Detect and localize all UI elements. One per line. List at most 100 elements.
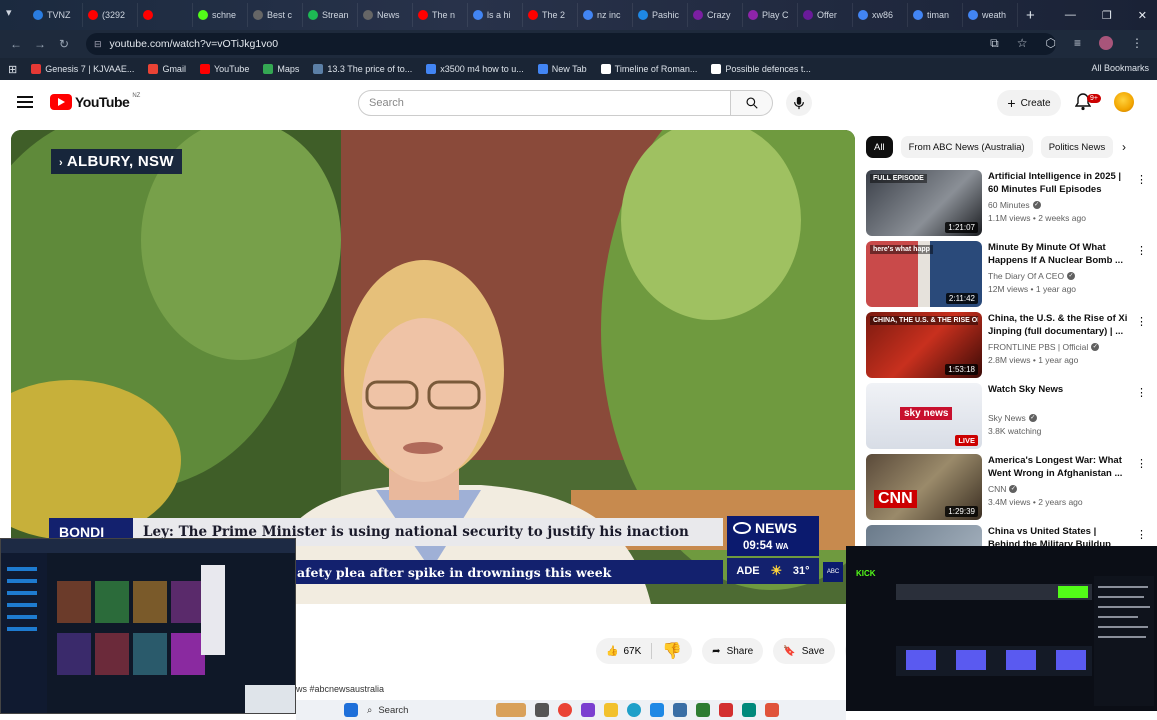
related-video-title[interactable]: China, the U.S. & the Rise of Xi Jinping… [988, 312, 1128, 338]
url-field[interactable]: ⊟ youtube.com/watch?v=vOTiJkg1vo0 [86, 33, 1056, 55]
overlay-window-right[interactable]: KICK [846, 546, 1157, 711]
browser-tab[interactable]: Pashic [633, 3, 688, 27]
channel-name[interactable]: FRONTLINE PBS | Official ✓ [988, 342, 1100, 352]
video-hashtags[interactable]: ws #abcnewsaustralia [296, 684, 384, 694]
channel-name[interactable]: CNN ✓ [988, 484, 1018, 494]
kebab-menu-icon[interactable]: ⋮ [1136, 173, 1147, 186]
copilot-icon[interactable] [581, 703, 595, 717]
related-video-item[interactable]: CNN 1:29:39 America's Longest War: What We… [866, 454, 1147, 520]
overlay-window-left[interactable] [0, 538, 296, 714]
related-video-title[interactable]: Artificial Intelligence in 2025 | 60 Min… [988, 170, 1128, 196]
app-icon-cyan[interactable] [742, 703, 756, 717]
browser-tab[interactable]: (3292 [83, 3, 138, 27]
browser-tab[interactable]: Crazy [688, 3, 743, 27]
browser-tab[interactable]: weath [963, 3, 1018, 27]
back-icon[interactable]: ← [4, 37, 28, 51]
filter-chip[interactable]: All [866, 136, 893, 158]
related-video-item[interactable]: sky news LIVE Watch Sky News Sky News ✓ 3.8K … [866, 383, 1147, 449]
taskbar-widget-icon[interactable] [496, 703, 526, 717]
apps-grid-icon[interactable]: ⊞ [8, 63, 17, 76]
share-button[interactable]: ➦ Share [702, 638, 764, 664]
kebab-menu-icon[interactable]: ⋮ [1136, 386, 1147, 399]
kebab-menu-icon[interactable]: ⋮ [1136, 244, 1147, 257]
bookmark-star-icon[interactable]: ☆ [1017, 36, 1028, 51]
bookmark-item[interactable]: Possible defences t... [711, 64, 811, 74]
save-button[interactable]: 🔖 Save [773, 638, 835, 664]
video-player[interactable]: › ALBURY, NSW BONDI Ley: The Prime Minis… [11, 130, 855, 604]
youtube-logo[interactable]: YouTube NZ [50, 93, 140, 110]
video-thumbnail[interactable]: here's what happ 2:11:42 [866, 241, 982, 307]
browser-tab[interactable]: Strean [303, 3, 358, 27]
related-video-item[interactable]: here's what happ 2:11:42 Minute By Minute … [866, 241, 1147, 307]
profile-avatar-icon[interactable] [1099, 36, 1113, 50]
filter-chip[interactable]: Politics News [1040, 136, 1114, 158]
kebab-menu-icon[interactable]: ⋮ [1136, 315, 1147, 328]
browser-tab[interactable]: nz inc [578, 3, 633, 27]
minimize-button[interactable]: — [1065, 9, 1076, 21]
tab-search-icon[interactable]: ▾ [6, 6, 12, 19]
chrome-icon[interactable] [558, 703, 572, 717]
filter-chip[interactable]: From ABC News (Australia) [900, 136, 1033, 158]
video-thumbnail[interactable]: CNN 1:29:39 [866, 454, 982, 520]
site-info-icon[interactable]: ⊟ [94, 39, 102, 50]
app-icon-red[interactable] [719, 703, 733, 717]
downloads-icon[interactable]: ≡ [1074, 36, 1081, 51]
channel-name[interactable]: Sky News ✓ [988, 413, 1037, 423]
browser-tab[interactable]: xw86 [853, 3, 908, 27]
dislike-button[interactable]: 👎 [652, 641, 692, 661]
app-icon-orange[interactable] [765, 703, 779, 717]
bookmark-item[interactable]: Genesis 7 | KJVAAE... [31, 64, 134, 74]
bookmark-item[interactable]: Maps [263, 64, 299, 74]
close-window-button[interactable]: ✕ [1138, 9, 1147, 22]
hamburger-menu-icon[interactable] [17, 96, 33, 108]
bookmark-item[interactable]: 13.3 The price of to... [313, 64, 412, 74]
bookmark-item[interactable]: x3500 m4 how to u... [426, 64, 524, 74]
video-thumbnail[interactable]: CHINA, THE U.S. & THE RISE OF XI JINPING… [866, 312, 982, 378]
browser-tab[interactable]: The n [413, 3, 468, 27]
kebab-menu-icon[interactable]: ⋮ [1136, 528, 1147, 541]
task-view-icon[interactable] [535, 703, 549, 717]
related-video-item[interactable]: FULL EPISODE 1:21:07 Artificial Intelligen… [866, 170, 1147, 236]
related-video-title[interactable]: Watch Sky News [988, 383, 1128, 396]
browser-tab[interactable] [138, 3, 193, 27]
bookmark-item[interactable]: Timeline of Roman... [600, 64, 697, 74]
search-button[interactable] [731, 90, 773, 116]
browser-tab[interactable]: The 2 [523, 3, 578, 27]
browser-tab[interactable]: timan [908, 3, 963, 27]
related-video-item[interactable]: CHINA, THE U.S. & THE RISE OF XI JINPING… [866, 312, 1147, 378]
bookmark-item[interactable]: YouTube [199, 64, 249, 74]
browser-tab[interactable]: Best c [248, 3, 303, 27]
voice-search-button[interactable] [786, 90, 812, 116]
forward-icon[interactable]: → [28, 37, 52, 51]
app-icon-blue[interactable] [650, 703, 664, 717]
related-video-title[interactable]: America's Longest War: What Went Wrong i… [988, 454, 1128, 480]
extensions-icon[interactable]: ⬡ [1046, 36, 1056, 51]
account-avatar[interactable] [1114, 92, 1134, 112]
file-explorer-icon[interactable] [604, 703, 618, 717]
like-button[interactable]: 👍 67K [596, 643, 653, 659]
create-button[interactable]: + Create [997, 90, 1061, 116]
browser-menu-icon[interactable]: ⋮ [1131, 36, 1143, 51]
video-thumbnail[interactable]: sky news LIVE [866, 383, 982, 449]
search-input[interactable]: Search [358, 90, 731, 116]
video-thumbnail[interactable]: FULL EPISODE 1:21:07 [866, 170, 982, 236]
browser-tab[interactable]: Offer [798, 3, 853, 27]
channel-name[interactable]: The Diary Of A CEO ✓ [988, 271, 1076, 281]
bookmark-item[interactable]: New Tab [537, 64, 587, 74]
install-icon[interactable]: ⧉ [990, 36, 999, 51]
maximize-button[interactable]: ❐ [1102, 9, 1112, 22]
edge-icon[interactable] [627, 703, 641, 717]
new-tab-button[interactable]: + [1026, 7, 1035, 24]
windows-start-icon[interactable] [344, 703, 358, 717]
reload-icon[interactable]: ↻ [52, 37, 76, 51]
all-bookmarks[interactable]: All Bookmarks [1091, 63, 1149, 73]
channel-name[interactable]: 60 Minutes ✓ [988, 200, 1041, 210]
bookmark-item[interactable]: Gmail [148, 64, 186, 74]
taskbar-search[interactable]: ⌕ Search [367, 705, 487, 716]
browser-tab[interactable]: schne [193, 3, 248, 27]
app-icon-stack[interactable] [673, 703, 687, 717]
browser-tab[interactable]: Play C [743, 3, 798, 27]
chevron-right-icon[interactable]: › [1122, 140, 1126, 154]
app-icon-green[interactable] [696, 703, 710, 717]
browser-tab[interactable]: ls a hi [468, 3, 523, 27]
